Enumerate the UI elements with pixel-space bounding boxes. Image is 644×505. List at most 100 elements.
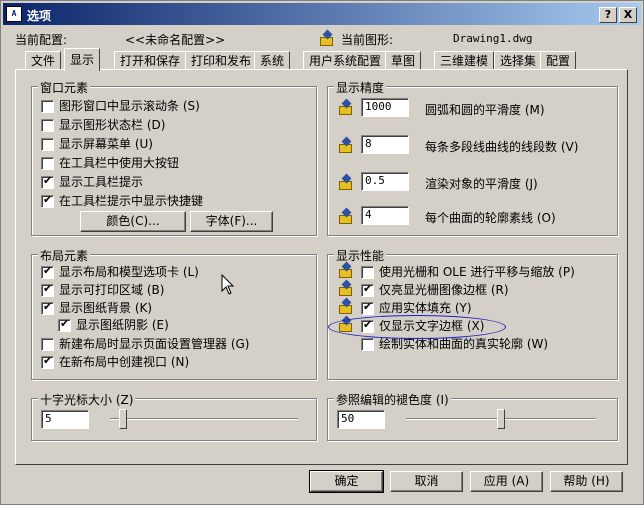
checkbox-layout-tabs[interactable]: 显示布局和模型选项卡 (L) bbox=[41, 264, 199, 280]
polyline-segments-icon bbox=[338, 136, 354, 154]
crosshair-slider-thumb[interactable] bbox=[119, 409, 127, 429]
display-performance-title: 显示性能 bbox=[334, 247, 387, 264]
checkbox-box[interactable] bbox=[41, 354, 54, 369]
display-resolution-title: 显示精度 bbox=[334, 79, 387, 96]
checkbox-large-buttons[interactable]: 在工具栏中使用大按钮 bbox=[41, 155, 179, 171]
checkbox-box[interactable] bbox=[41, 337, 54, 351]
checkbox-label: 新建布局时显示页面设置管理器 (G) bbox=[59, 337, 250, 351]
tab-display[interactable]: 显示 bbox=[64, 48, 101, 71]
crosshair-size-title: 十字光标大小 (Z) bbox=[38, 391, 136, 408]
contour-lines-input[interactable]: 4 bbox=[361, 206, 409, 225]
tab-system[interactable]: 系统 bbox=[254, 51, 291, 70]
checkbox-box[interactable] bbox=[41, 282, 54, 297]
checkbox-box[interactable] bbox=[41, 300, 54, 315]
tab-drafting[interactable]: 草图 bbox=[385, 51, 422, 70]
polyline-segments-input[interactable]: 8 bbox=[361, 135, 409, 154]
checkbox-label: 显示图纸阴影 (E) bbox=[76, 318, 169, 332]
colors-button[interactable]: 颜色(C)... bbox=[80, 211, 186, 232]
title-bar[interactable]: A 选项 ? X bbox=[3, 3, 641, 25]
tab-user-preferences[interactable]: 用户系统配置 bbox=[303, 51, 388, 70]
ok-button[interactable]: 确定 bbox=[309, 470, 384, 493]
options-dialog: A 选项 ? X 当前配置: <<未命名配置>> 当前图形: Drawing1.… bbox=[0, 0, 644, 505]
checkbox-box[interactable] bbox=[41, 264, 54, 279]
help-button[interactable]: ? bbox=[599, 7, 617, 23]
checkbox-paper-background[interactable]: 显示图纸背景 (K) bbox=[41, 300, 152, 316]
checkbox-status-bar[interactable]: 显示图形状态栏 (D) bbox=[41, 117, 165, 133]
xref-fade-slider-thumb[interactable] bbox=[497, 409, 505, 429]
checkbox-create-viewport[interactable]: 在新布局中创建视口 (N) bbox=[41, 354, 189, 370]
contour-lines-icon bbox=[338, 207, 354, 225]
layout-elements-title: 布局元素 bbox=[38, 247, 91, 264]
display-resolution-group: 显示精度 1000 圆弧和圆的平滑度 (M) 8 每条多段线曲线的线段数 (V)… bbox=[327, 79, 618, 236]
smoothness-icon bbox=[338, 98, 354, 116]
contour-lines-label: 每个曲面的轮廓素线 (O) bbox=[425, 211, 556, 225]
drawing-icon bbox=[319, 29, 335, 47]
render-smoothness-icon bbox=[338, 173, 354, 191]
autocad-options-icon: A bbox=[6, 6, 22, 22]
crosshair-size-input[interactable]: 5 bbox=[41, 410, 89, 429]
crosshair-slider-track[interactable] bbox=[110, 418, 298, 420]
checkbox-label: 显示图形状态栏 (D) bbox=[59, 118, 166, 132]
current-profile-value: <<未命名配置>> bbox=[125, 33, 226, 47]
current-drawing-label: 当前图形: bbox=[341, 33, 394, 47]
xref-fade-title: 参照编辑的褪色度 (I) bbox=[334, 391, 451, 408]
current-profile-label: 当前配置: bbox=[15, 33, 68, 47]
fonts-button[interactable]: 字体(F)... bbox=[190, 211, 273, 232]
tab-files[interactable]: 文件 bbox=[25, 51, 62, 70]
render-smoothness-label: 渲染对象的平滑度 (J) bbox=[425, 177, 538, 191]
layout-elements-group: 布局元素 显示布局和模型选项卡 (L) 显示可打印区域 (B) 显示图纸背景 (… bbox=[31, 247, 317, 380]
checkbox-shortcut-keys[interactable]: 在工具栏提示中显示快捷键 bbox=[41, 193, 203, 209]
polyline-segments-label: 每条多段线曲线的线段数 (V) bbox=[425, 140, 579, 154]
raster-ole-icon bbox=[338, 261, 354, 279]
current-drawing-value: Drawing1.dwg bbox=[453, 32, 533, 45]
checkbox-label: 显示布局和模型选项卡 (L) bbox=[59, 265, 199, 279]
raster-frame-icon bbox=[338, 279, 354, 297]
tab-plot-publish[interactable]: 打印和发布 bbox=[185, 51, 258, 70]
checkbox-box[interactable] bbox=[361, 337, 374, 351]
help-dialog-button[interactable]: 帮助 (H) bbox=[550, 471, 623, 492]
tab-profiles[interactable]: 配置 bbox=[540, 51, 577, 70]
checkbox-tooltips[interactable]: 显示工具栏提示 bbox=[41, 174, 143, 190]
window-elements-group: 窗口元素 图形窗口中显示滚动条 (S) 显示图形状态栏 (D) 显示屏幕菜单 (… bbox=[31, 79, 317, 236]
checkbox-box[interactable] bbox=[41, 137, 54, 151]
checkbox-raster-frame[interactable]: 仅亮显光栅图像边框 (R) bbox=[361, 282, 509, 298]
checkbox-label: 在工具栏中使用大按钮 bbox=[59, 156, 180, 170]
checkbox-box[interactable] bbox=[361, 265, 374, 279]
checkbox-label: 在新布局中创建视口 (N) bbox=[59, 355, 190, 369]
checkbox-paper-shadow[interactable]: 显示图纸阴影 (E) bbox=[58, 317, 169, 333]
checkbox-box[interactable] bbox=[41, 174, 54, 189]
arc-smoothness-label: 圆弧和圆的平滑度 (M) bbox=[425, 103, 545, 117]
checkbox-box[interactable] bbox=[41, 193, 54, 208]
checkbox-box[interactable] bbox=[41, 118, 54, 132]
checkbox-printable-area[interactable]: 显示可打印区域 (B) bbox=[41, 282, 164, 298]
checkbox-screen-menu[interactable]: 显示屏幕菜单 (U) bbox=[41, 136, 153, 152]
mouse-cursor-icon bbox=[221, 274, 235, 295]
checkbox-raster-ole[interactable]: 使用光栅和 OLE 进行平移与缩放 (P) bbox=[361, 264, 575, 280]
checkbox-label: 显示屏幕菜单 (U) bbox=[59, 137, 153, 151]
cancel-button[interactable]: 取消 bbox=[390, 471, 463, 492]
xref-fade-input[interactable]: 50 bbox=[337, 410, 385, 429]
checkbox-box[interactable] bbox=[361, 282, 374, 297]
window-title: 选项 bbox=[27, 9, 52, 23]
checkbox-page-setup-manager[interactable]: 新建布局时显示页面设置管理器 (G) bbox=[41, 336, 249, 352]
render-smoothness-input[interactable]: 0.5 bbox=[361, 172, 409, 191]
tab-open-save[interactable]: 打开和保存 bbox=[114, 51, 187, 70]
checkbox-solid-fill[interactable]: 应用实体填充 (Y) bbox=[361, 300, 472, 316]
checkbox-label: 在工具栏提示中显示快捷键 bbox=[59, 194, 204, 208]
checkbox-label: 显示工具栏提示 bbox=[59, 175, 144, 189]
checkbox-box[interactable] bbox=[58, 317, 71, 332]
apply-button[interactable]: 应用 (A) bbox=[470, 471, 543, 492]
arc-smoothness-input[interactable]: 1000 bbox=[361, 98, 409, 117]
checkbox-box[interactable] bbox=[41, 156, 54, 170]
xref-fade-group: 参照编辑的褪色度 (I) 50 bbox=[327, 391, 618, 441]
crosshair-size-group: 十字光标大小 (Z) 5 bbox=[31, 391, 317, 441]
tab-selection[interactable]: 选择集 bbox=[494, 51, 543, 70]
tab-3d-modeling[interactable]: 三维建模 bbox=[434, 51, 495, 70]
checkbox-label: 使用光栅和 OLE 进行平移与缩放 (P) bbox=[379, 265, 575, 279]
close-button[interactable]: X bbox=[619, 7, 637, 23]
checkbox-scrollbars[interactable]: 图形窗口中显示滚动条 (S) bbox=[41, 98, 200, 114]
checkbox-box[interactable] bbox=[361, 300, 374, 315]
highlight-ellipse bbox=[328, 315, 506, 339]
window-elements-title: 窗口元素 bbox=[38, 79, 91, 96]
checkbox-box[interactable] bbox=[41, 99, 54, 113]
